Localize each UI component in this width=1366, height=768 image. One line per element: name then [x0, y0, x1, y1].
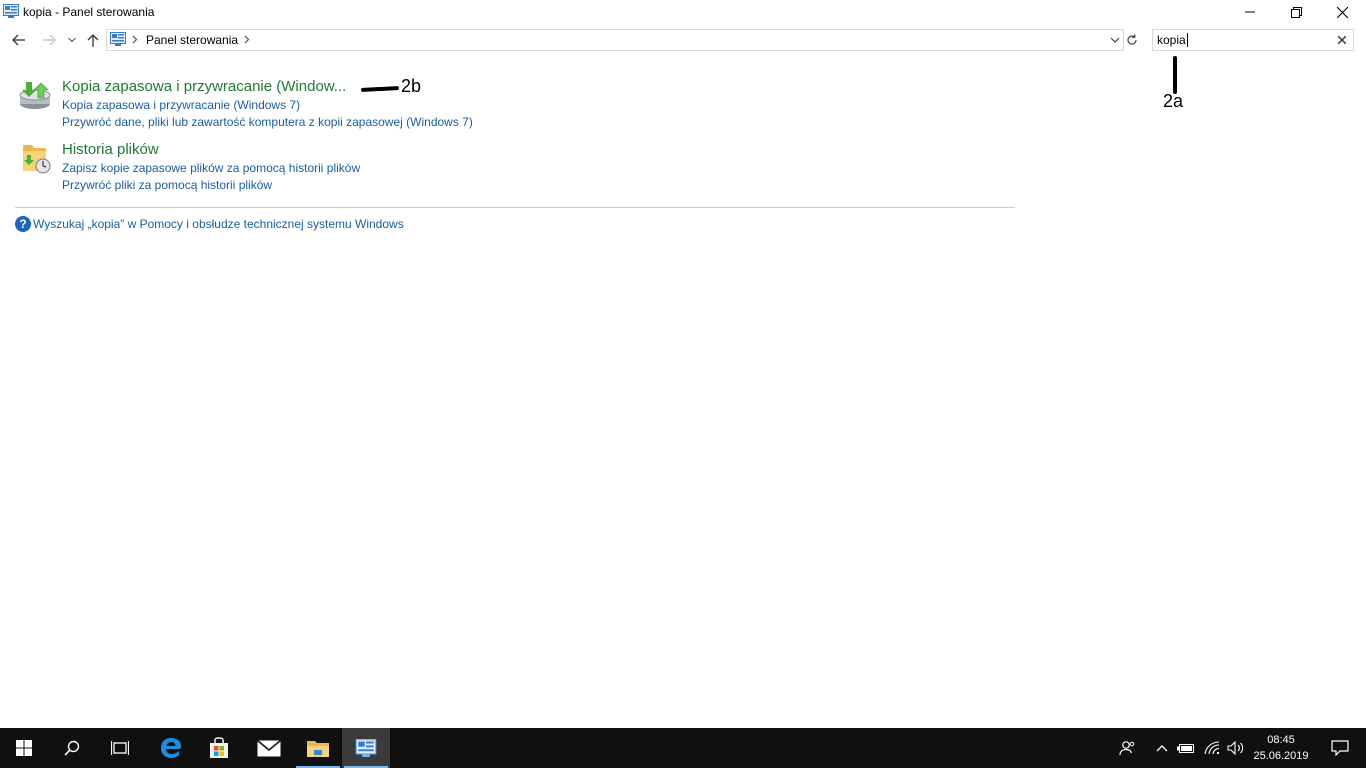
navigation-bar: Panel sterowania: [0, 28, 1366, 52]
windows-logo-icon: [16, 740, 32, 756]
clear-search-button[interactable]: [1335, 33, 1349, 47]
control-panel-icon: [110, 32, 126, 46]
refresh-button[interactable]: [1123, 29, 1141, 51]
chevron-down-icon: [68, 37, 76, 43]
edge-button[interactable]: [147, 728, 195, 768]
chevron-up-icon: [1156, 745, 1168, 752]
clock-time: 08:45: [1267, 734, 1295, 746]
help-icon: ?: [15, 216, 31, 232]
control-panel-window: kopia - Panel sterowania Panel sterowani…: [0, 0, 1366, 728]
chevron-down-icon[interactable]: [1109, 34, 1121, 46]
result-task-link[interactable]: Zapisz kopie zapasowe plików za pomocą h…: [62, 161, 360, 175]
refresh-icon: [1127, 34, 1137, 45]
file-history-icon: [23, 145, 51, 174]
clock-date: 25.06.2019: [1253, 750, 1309, 762]
result-title-link[interactable]: Historia plików: [62, 141, 159, 158]
search-button[interactable]: [48, 728, 96, 768]
result-task-link[interactable]: Przywróć dane, pliki lub zawartość kompu…: [62, 115, 473, 129]
taskbar: 08:45 25.06.2019: [0, 728, 1366, 768]
network-button[interactable]: [1200, 728, 1224, 768]
wifi-icon: [1204, 741, 1220, 755]
system-clock[interactable]: 08:45 25.06.2019: [1246, 732, 1316, 764]
people-icon: [1119, 741, 1135, 756]
task-view-button[interactable]: [96, 728, 144, 768]
annotation-mark-2b: [360, 86, 400, 92]
title-bar: kopia - Panel sterowania: [0, 0, 1366, 24]
text-caret: [1187, 33, 1188, 47]
backup-restore-icon: [19, 82, 51, 109]
recent-locations-button[interactable]: [64, 28, 80, 52]
search-input[interactable]: [1157, 32, 1327, 48]
close-button[interactable]: [1319, 0, 1365, 24]
file-explorer-button[interactable]: [294, 728, 342, 768]
result-task-link[interactable]: Kopia zapasowa i przywracanie (Windows 7…: [62, 98, 300, 112]
battery-icon: [1177, 744, 1194, 753]
minimize-icon: [1245, 11, 1255, 13]
battery-button[interactable]: [1174, 728, 1198, 768]
help-search-link[interactable]: Wyszukaj „kopia” w Pomocy i obsłudze tec…: [33, 217, 404, 231]
window-title: kopia - Panel sterowania: [23, 5, 155, 19]
forward-button[interactable]: [38, 28, 60, 52]
arrow-up-icon: [87, 34, 99, 47]
chevron-right-icon[interactable]: [132, 35, 138, 44]
people-button[interactable]: [1114, 728, 1140, 768]
close-icon: [1338, 36, 1346, 44]
close-icon: [1336, 6, 1348, 18]
control-panel-taskbar-button[interactable]: [342, 728, 390, 768]
show-hidden-icons-button[interactable]: [1152, 728, 1172, 768]
result-task-link[interactable]: Przywróć pliki za pomocą historii plików: [62, 178, 272, 192]
arrow-right-icon: [43, 34, 56, 46]
control-panel-icon: [3, 4, 19, 18]
task-view-icon: [111, 741, 129, 755]
arrow-left-icon: [12, 34, 25, 46]
volume-button[interactable]: [1224, 728, 1248, 768]
mail-button[interactable]: [245, 728, 293, 768]
annotation-label-2a: 2a: [1163, 91, 1184, 111]
restore-button[interactable]: [1273, 0, 1319, 24]
restore-icon: [1290, 6, 1302, 18]
notification-icon: [1331, 740, 1349, 756]
folder-icon: [307, 741, 329, 757]
store-icon: [210, 737, 228, 758]
result-title-link[interactable]: Kopia zapasowa i przywracanie (Window...: [62, 78, 346, 95]
action-center-button[interactable]: [1318, 728, 1362, 768]
up-button[interactable]: [84, 28, 102, 52]
address-bar[interactable]: Panel sterowania: [106, 29, 1124, 51]
search-box[interactable]: [1152, 29, 1354, 51]
divider: [15, 207, 1015, 208]
edge-icon: [161, 738, 181, 758]
minimize-button[interactable]: [1227, 0, 1273, 24]
store-button[interactable]: [195, 728, 243, 768]
chevron-right-icon[interactable]: [244, 35, 250, 44]
start-button[interactable]: [0, 728, 48, 768]
search-icon: [64, 740, 80, 756]
control-panel-icon: [355, 739, 377, 757]
back-button[interactable]: [8, 28, 30, 52]
mail-icon: [257, 739, 281, 757]
speaker-icon: [1227, 741, 1244, 755]
annotation-label-2b: 2b: [401, 76, 422, 96]
breadcrumb[interactable]: Panel sterowania: [146, 33, 238, 47]
annotation-mark-2a: [1173, 56, 1177, 94]
